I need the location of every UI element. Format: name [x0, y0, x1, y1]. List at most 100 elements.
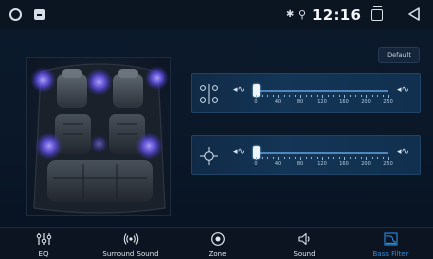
slider-tick — [377, 95, 378, 97]
slider-tick — [294, 157, 296, 159]
slider-tick — [267, 157, 268, 159]
bluetooth-icon: ✱ — [286, 9, 295, 20]
slider-tick — [267, 95, 268, 97]
equalizer-icon — [36, 233, 51, 245]
slider-tick-label: 120 — [317, 161, 327, 167]
slider-tick-label: 250 — [383, 99, 393, 105]
zone-icon — [210, 232, 225, 246]
slider-tick — [366, 157, 367, 160]
slider-tick — [261, 157, 263, 159]
nav-eq[interactable]: EQ — [0, 228, 87, 259]
volume-down-icon[interactable]: ◂∿ — [233, 85, 245, 95]
slider-tick-label: 160 — [339, 99, 349, 105]
slider-tick — [360, 95, 362, 97]
slider-tick — [360, 157, 362, 159]
slider-tick — [371, 95, 373, 97]
nav-surround-sound[interactable]: Surround Sound — [87, 228, 174, 259]
bottom-navigation: EQ Surround Sound Zone Sound Bass Filter — [0, 227, 433, 259]
slider-tick — [261, 95, 263, 97]
car-speaker-illustration — [26, 57, 171, 216]
slider-tick — [333, 95, 334, 97]
bass-filter-slider-row-2: ◂∿ 0 40 80 120 160 200 250 ◂∿ — [191, 135, 421, 175]
slider-tick — [349, 157, 351, 159]
volume-up-icon[interactable]: ◂∿ — [397, 147, 409, 157]
slider-tick-label: 160 — [339, 161, 349, 167]
nav-bass-filter[interactable]: Bass Filter — [348, 228, 433, 259]
slider-tick-label: 0 — [254, 99, 258, 105]
slider-tick-labels: 0 40 80 120 160 200 250 — [254, 99, 396, 108]
nav-surround-sound-label: Surround Sound — [102, 250, 159, 258]
slider-tick — [377, 157, 378, 159]
app-notification-icon[interactable] — [34, 9, 45, 20]
nav-zone[interactable]: Zone — [174, 228, 261, 259]
slider-tick — [327, 95, 329, 97]
audio-settings-screen: ✱ ⚲ 12:16 Default ◂∿ 0 40 80 120 160 200… — [0, 0, 433, 259]
slider-tick — [272, 157, 274, 159]
slider-tick — [388, 95, 389, 98]
location-icon: ⚲ — [298, 8, 307, 21]
clock-time: 12:16 — [312, 6, 362, 24]
slider-tick — [316, 95, 318, 97]
slider-tick-label: 250 — [383, 161, 393, 167]
slider-tick-label: 80 — [296, 99, 304, 105]
slider-tick — [344, 95, 345, 98]
bass-filter-slider-row-1: ◂∿ 0 40 80 120 160 200 250 ◂∿ — [191, 73, 421, 113]
default-button[interactable]: Default — [378, 47, 420, 63]
surround-sound-icon — [123, 233, 138, 245]
slider-tick — [322, 157, 323, 160]
slider-tick — [388, 157, 389, 160]
slider-tick — [283, 157, 285, 159]
status-bar: ✱ ⚲ 12:16 — [0, 0, 433, 30]
slider-tick — [305, 157, 307, 159]
slider-track[interactable] — [256, 152, 388, 154]
slider-tick — [300, 157, 301, 160]
bass-filter-icon — [383, 232, 398, 246]
slider-tick — [311, 157, 312, 159]
slider-tick — [333, 157, 334, 159]
slider-tick — [349, 95, 351, 97]
crosshair-icon — [200, 147, 218, 165]
slider-tick — [382, 95, 384, 97]
slider-track[interactable] — [256, 90, 388, 92]
home-circle-icon[interactable] — [9, 8, 22, 21]
slider-tick — [294, 95, 296, 97]
slider-tick — [305, 95, 307, 97]
slider-tick — [289, 95, 290, 97]
slider-tick-label: 200 — [361, 99, 371, 105]
sound-icon — [297, 232, 310, 246]
slider-tick — [338, 157, 340, 159]
slider-tick — [366, 95, 367, 98]
slider-tick-label: 120 — [317, 99, 327, 105]
slider-tick — [316, 157, 318, 159]
slider-tick — [322, 95, 323, 98]
slider-tick-label: 40 — [274, 161, 282, 167]
nav-zone-label: Zone — [208, 250, 227, 258]
slider-tick — [311, 95, 312, 97]
slider-tick — [272, 95, 274, 97]
nav-sound[interactable]: Sound — [261, 228, 348, 259]
slider-tick — [382, 157, 384, 159]
nav-sound-label: Sound — [293, 250, 316, 258]
recent-apps-icon[interactable] — [371, 6, 383, 21]
back-icon[interactable] — [407, 6, 421, 22]
slider-tick — [283, 95, 285, 97]
nav-bass-filter-label: Bass Filter — [372, 250, 409, 258]
slider-tick — [278, 157, 279, 160]
slider-tick — [300, 95, 301, 98]
slider-tick — [256, 157, 257, 160]
slider-tick — [355, 157, 356, 159]
slider-tick — [344, 157, 345, 160]
volume-up-icon[interactable]: ◂∿ — [397, 85, 409, 95]
slider-tick — [355, 95, 356, 97]
nav-eq-label: EQ — [38, 250, 49, 258]
slider-tick — [289, 157, 290, 159]
slider-tick-label: 200 — [361, 161, 371, 167]
slider-tick — [256, 95, 257, 98]
slider-tick — [371, 157, 373, 159]
slider-tick — [338, 95, 340, 97]
slider-tick — [327, 157, 329, 159]
slider-tick-labels: 0 40 80 120 160 200 250 — [254, 161, 396, 170]
volume-down-icon[interactable]: ◂∿ — [233, 147, 245, 157]
speaker-balance-icon — [200, 84, 218, 104]
slider-tick-label: 40 — [274, 99, 282, 105]
